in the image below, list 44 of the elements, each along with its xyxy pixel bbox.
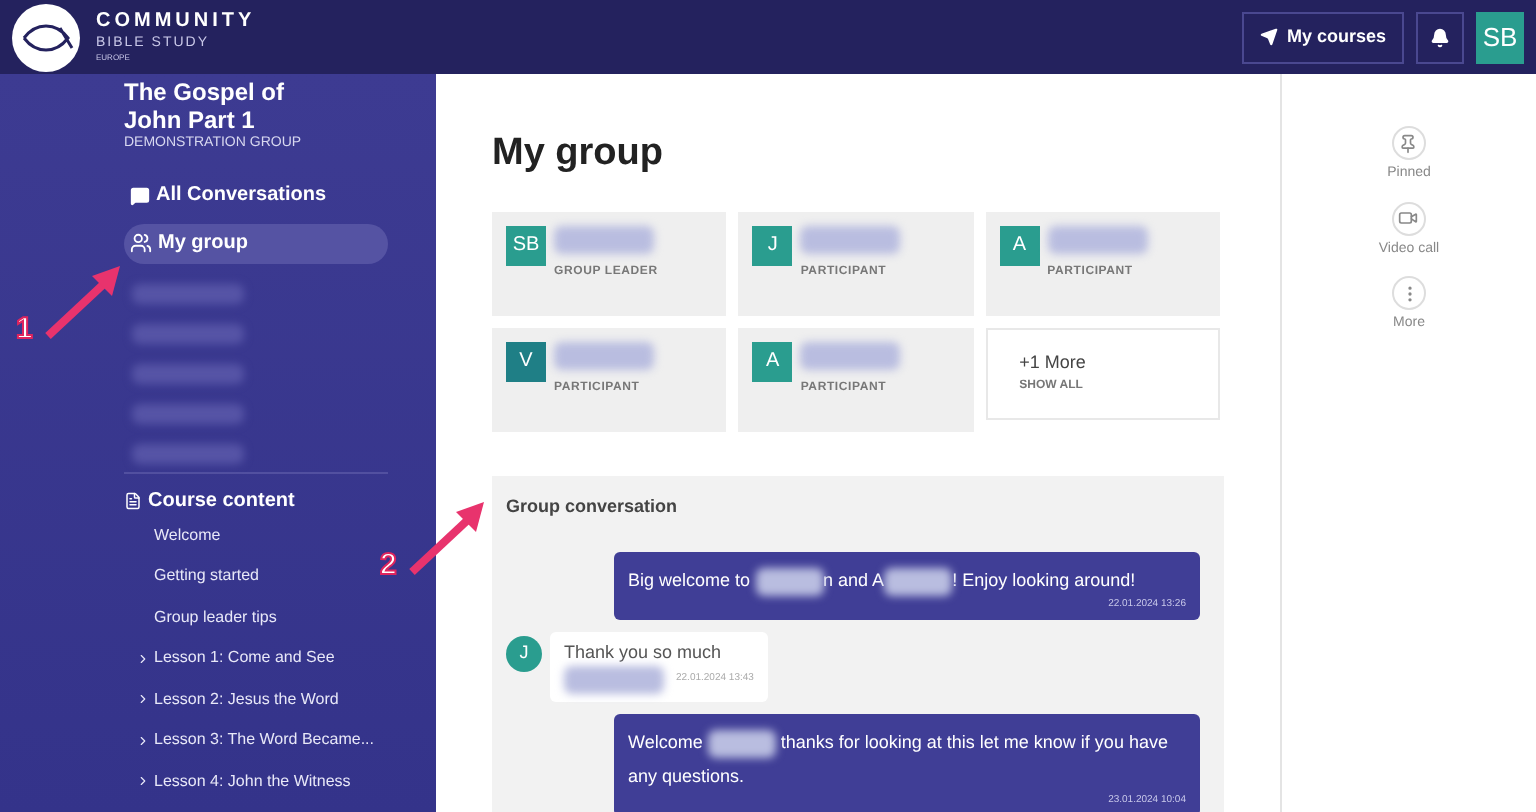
document-icon [124, 491, 142, 509]
blurred-member [132, 283, 244, 303]
course-content-item[interactable]: Group leader tips [124, 597, 277, 638]
blurred-name [564, 666, 664, 694]
notifications-button[interactable] [1416, 11, 1464, 63]
blurred-name [554, 341, 654, 369]
course-content-item[interactable]: Lesson 4: John the Witness [124, 761, 351, 802]
video-camera-icon [1398, 208, 1419, 228]
course-content-item[interactable]: Lesson 3: The Word Became... [124, 720, 374, 761]
course-content-item[interactable]: Lesson 1: Come and See [124, 638, 335, 679]
sender-avatar: J [506, 635, 542, 671]
blurred-member [132, 323, 244, 343]
course-content-item[interactable]: Welcome [124, 515, 221, 556]
blurred-name [554, 225, 654, 253]
course-content-item[interactable]: Lesson 2: Jesus the Word [124, 679, 339, 720]
brand-name: COMMUNITY [96, 12, 256, 32]
blurred-name [1047, 225, 1148, 253]
conversation-title: Group conversation [506, 493, 680, 520]
blurred-member [132, 363, 244, 383]
blurred-name [800, 341, 901, 369]
section-title: Course content [148, 487, 295, 515]
blurred-name [884, 567, 953, 596]
sidebar-nav-item[interactable]: All Conversations [124, 175, 388, 215]
member-avatar: V [506, 341, 546, 381]
page-title: My group [492, 130, 665, 178]
chat-icon [130, 185, 150, 205]
course-content-item[interactable]: Getting started [124, 556, 259, 597]
bell-icon [1430, 27, 1450, 47]
blurred-member [132, 403, 244, 423]
blurred-name [800, 225, 901, 253]
pin-icon [1398, 133, 1419, 153]
blurred-name [707, 729, 776, 758]
course-title: The Gospel of John Part 1 [124, 78, 287, 134]
blurred-name [755, 567, 824, 596]
my-courses-button[interactable]: My courses [1242, 11, 1404, 63]
member-avatar: SB [506, 225, 546, 265]
sidebar-nav-item[interactable]: My group [124, 223, 388, 263]
group-icon [130, 232, 152, 254]
blurred-member [132, 443, 244, 463]
member-avatar: A [999, 225, 1040, 265]
member-avatar: A [752, 341, 793, 381]
member-avatar: J [752, 225, 793, 265]
annotation-number: 2 [380, 550, 397, 580]
annotation-number: 1 [16, 314, 33, 344]
